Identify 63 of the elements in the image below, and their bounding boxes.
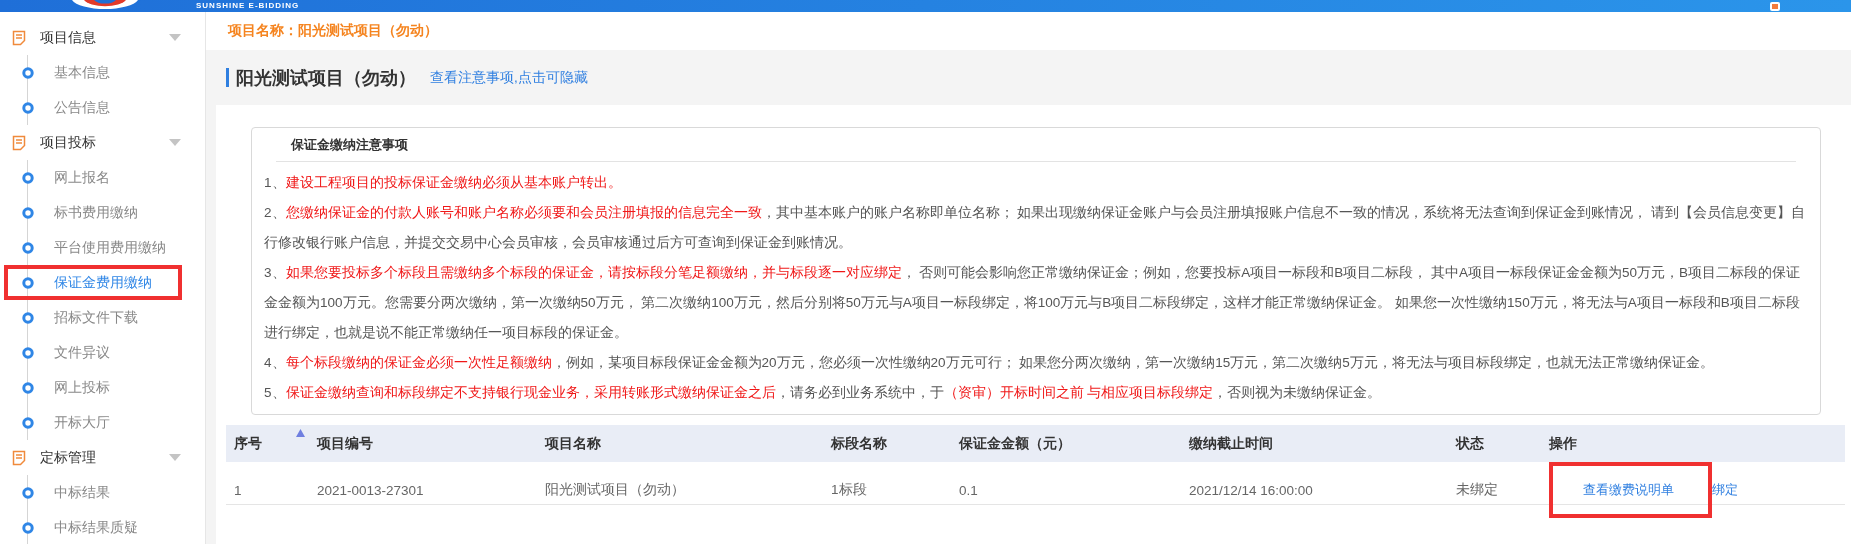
menu-item[interactable]: 网上投标 xyxy=(0,370,178,405)
bullet-icon xyxy=(22,276,34,289)
bullet-icon xyxy=(22,381,34,394)
bullet-icon xyxy=(22,101,34,114)
menu-item[interactable]: 中标结果质疑 xyxy=(0,510,178,544)
column-header[interactable]: 序号 xyxy=(234,434,262,453)
bullet-icon xyxy=(22,206,34,219)
notice-text: 1、建设工程项目的投标保证金缴纳必须从基本账户转出。 xyxy=(264,174,623,192)
menu-item[interactable]: 基本信息 xyxy=(0,55,178,90)
user-icon[interactable] xyxy=(1769,2,1781,12)
toggle-link[interactable]: 查看注意事项,点击可隐藏 xyxy=(430,68,588,87)
document-icon xyxy=(12,29,26,46)
menu-item[interactable]: 网上报名 xyxy=(0,160,178,195)
bullet-icon xyxy=(22,346,34,359)
menu-item[interactable]: 开标大厅 xyxy=(0,405,178,440)
column-header[interactable]: 保证金金额（元） xyxy=(959,434,1071,453)
logo-icon xyxy=(70,0,140,12)
notice-text: 3、如果您要投标多个标段且需缴纳多个标段的保证金，请按标段分笔足额缴纳，并与标段逐一对应绑定， 否则可能会影响您正常缴纳保证金；例如，您要投标A项目一标段和B项目二标段， 其中A项目一标段保证金金额为50万元，B项目二标段的保证金金额为100万元。您需要分两次缴纳，第一次缴纳50万元， 第二次缴纳100万元，然后分别将50万元与A项目一标段绑定，将100万元与B项目二标段绑定，这样才能正常缴纳保证金。 如果您一次性缴纳150万元，将无法与A项目一标段和B项目二标段进行绑定，也就是说不能正常缴纳任一项目标段的保证金。 xyxy=(264,264,1802,342)
bullet-icon xyxy=(22,241,34,254)
notice-text: 2、您缴纳保证金的付款人账号和账户名称必须要和会员注册填报的信息完全一致，其中基本账户的账户名称即单位名称； 如果出现缴纳保证金账户与会员注册填报账户信息不一致的情况，系统将无法查询到保证金到账情况， 请到【会员信息变更】自行修改银行账户信息，并提交交易中心会员审核，会员审核通过后方可查询到保证金到账情况。 xyxy=(264,204,1807,252)
column-header[interactable]: 操作 xyxy=(1549,434,1577,453)
notice-title: 保证金缴纳注意事项 xyxy=(276,128,1796,162)
bullet-icon xyxy=(22,521,34,534)
menu-group[interactable]: 项目投标 xyxy=(0,125,205,160)
menu-item[interactable]: 保证金费用缴纳 xyxy=(4,265,182,300)
column-header[interactable]: 状态 xyxy=(1456,434,1484,453)
table-cell-text: 1 xyxy=(234,482,243,498)
table-cell-text: 阳光测试项目（勿动） xyxy=(545,481,686,499)
menu-item[interactable]: 平台使用费用缴纳 xyxy=(0,230,178,265)
logo-text: SUNSHINE E-BIDDING xyxy=(196,2,300,12)
view-link[interactable]: 查看缴费说明单 xyxy=(1549,462,1712,518)
table-cell-text: 2021/12/14 16:00:00 xyxy=(1189,482,1314,498)
notice-text: 5、保证金缴纳查询和标段绑定不支持银行现金业务，采用转账形式缴纳保证金之后，请务必到业务系统中，于（资审）开标时间之前 与相应项目标段绑定，否则视为未缴纳保证金。 xyxy=(264,384,1383,402)
document-icon xyxy=(12,134,26,151)
bind-link[interactable]: 绑定 xyxy=(1712,481,1738,499)
document-icon xyxy=(12,449,26,466)
table-cell-text: 0.1 xyxy=(959,482,979,498)
bullet-icon xyxy=(22,171,34,184)
bullet-icon xyxy=(22,486,34,499)
menu-item[interactable]: 标书费用缴纳 xyxy=(0,195,178,230)
column-header[interactable]: 项目名称 xyxy=(545,434,601,453)
table-cell-text: 未绑定 xyxy=(1456,481,1499,499)
menu-item[interactable]: 中标结果 xyxy=(0,475,178,510)
menu-item[interactable]: 招标文件下载 xyxy=(0,300,178,335)
sort-icon[interactable] xyxy=(296,428,305,437)
menu-item[interactable]: 公告信息 xyxy=(0,90,178,125)
breadcrumb-text: 项目名称：阳光测试项目（勿动） xyxy=(228,22,438,40)
column-header[interactable]: 项目编号 xyxy=(317,434,373,453)
bullet-icon xyxy=(22,311,34,324)
column-header[interactable]: 缴纳截止时间 xyxy=(1189,434,1273,453)
menu-group[interactable]: 项目信息 xyxy=(0,20,205,55)
notice-text: 4、每个标段缴纳的保证金必须一次性足额缴纳，例如，某项目标段保证金金额为20万元，您必须一次性缴纳20万元可行； 如果您分两次缴纳，第一次缴纳15万元，第二次缴纳5万元，将无法与项目标段绑定，也就无法正常缴纳保证金。 xyxy=(264,354,1715,372)
menu-item[interactable]: 文件异议 xyxy=(0,335,178,370)
table-cell-text: 1标段 xyxy=(831,481,868,499)
table-cell-text: 2021-0013-27301 xyxy=(317,482,425,498)
caret-icon xyxy=(169,139,181,146)
caret-icon xyxy=(169,454,181,461)
menu-group[interactable]: 定标管理 xyxy=(0,440,205,475)
caret-icon xyxy=(169,34,181,41)
column-header[interactable]: 标段名称 xyxy=(831,434,887,453)
page-title: 阳光测试项目（勿动） xyxy=(236,66,416,90)
bullet-icon xyxy=(22,66,34,79)
bullet-icon xyxy=(22,416,34,429)
